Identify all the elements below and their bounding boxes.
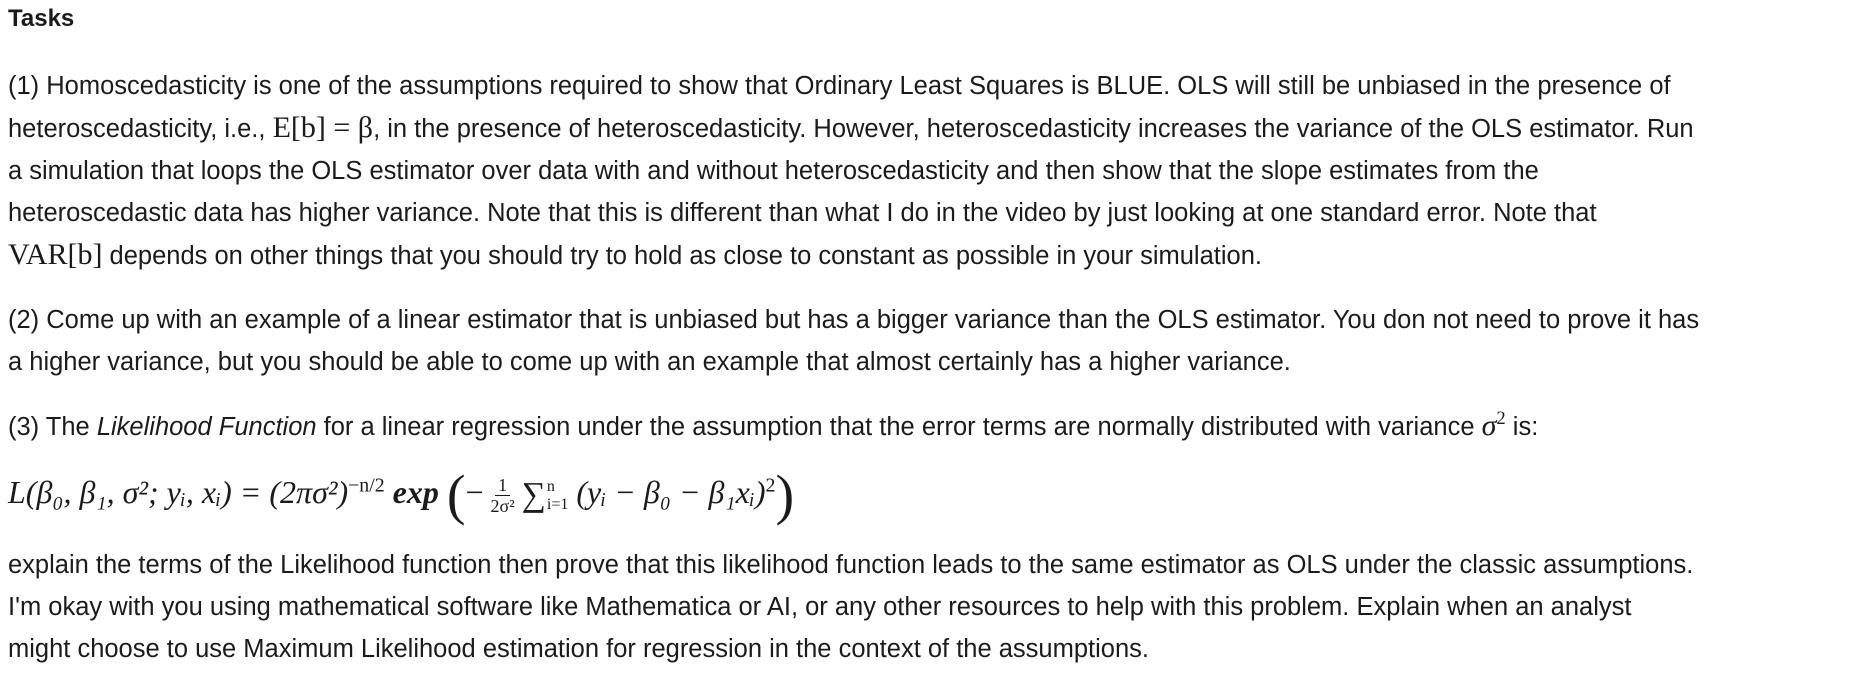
fraction-numerator: 1 xyxy=(495,475,511,497)
task-2-line-1: (2) Come up with an example of a linear … xyxy=(8,306,1700,334)
task-1-line-4: heteroscedastic data has higher variance… xyxy=(8,199,1597,227)
task-3-pre: (3) The xyxy=(8,413,97,441)
left-paren-icon: ( xyxy=(446,464,466,527)
task-3-emphasis: Likelihood Function xyxy=(96,413,317,441)
summation-lower: i=1 xyxy=(546,495,569,513)
likelihood-formula: L(β₀, β₁, σ²; yᵢ, xᵢ) = (2πσ²)−n/2 exp (… xyxy=(8,464,795,527)
variance-symbol: σ2 xyxy=(1482,409,1506,442)
variance-formula: VAR[b] xyxy=(8,238,103,271)
summation-upper: n xyxy=(546,477,555,495)
task-3: (3) The Likelihood Function for a linear… xyxy=(8,405,1850,448)
summation-limits: n i=1 xyxy=(547,478,568,514)
likelihood-equation: L(β₀, β₁, σ²; yᵢ, xᵢ) = (2πσ²)−n/2 exp (… xyxy=(8,460,1850,530)
summand-exponent: 2 xyxy=(765,474,776,497)
task-3-post: for a linear regression under the assump… xyxy=(316,413,1482,441)
task-1-line-5-post: depends on other things that you should … xyxy=(102,242,1262,270)
task-1-line-3: a simulation that loops the OLS estimato… xyxy=(8,157,1539,185)
expectation-formula: E[b] = β xyxy=(272,111,374,144)
exp-function: exp xyxy=(392,473,439,510)
task-1: (1) Homoscedasticity is one of the assum… xyxy=(8,65,1850,277)
sigma-symbol: σ xyxy=(1481,409,1497,442)
fraction-denominator: 2σ² xyxy=(490,496,515,517)
task-3-end: is: xyxy=(1505,413,1539,441)
task-1-line-1: (1) Homoscedasticity is one of the assum… xyxy=(8,72,1671,100)
task-2: (2) Come up with an example of a linear … xyxy=(8,299,1850,383)
sigma-exponent: 2 xyxy=(1496,408,1506,429)
likelihood-exponent: −n/2 xyxy=(348,474,385,497)
task-1-line-2-pre: heteroscedasticity, i.e., xyxy=(8,115,273,143)
task-3-followup: explain the terms of the Likelihood func… xyxy=(8,544,1850,670)
right-paren-icon: ) xyxy=(775,464,795,527)
fraction: 1 2σ² xyxy=(488,475,518,516)
followup-line-3: might choose to use Maximum Likelihood e… xyxy=(8,635,1149,663)
likelihood-lhs: L(β₀, β₁, σ²; yᵢ, xᵢ) = (2πσ²) xyxy=(8,473,349,510)
followup-line-2: I'm okay with you using mathematical sof… xyxy=(8,593,1632,621)
task-2-line-2: a higher variance, but you should be abl… xyxy=(8,348,1291,376)
task-1-line-2-post: , in the presence of heteroscedasticity.… xyxy=(373,115,1694,143)
summand: (yᵢ − β₀ − β₁xᵢ) xyxy=(576,473,766,510)
task-1-line-2: heteroscedasticity, i.e., E[b] = β, in t… xyxy=(8,107,1850,150)
followup-line-1: explain the terms of the Likelihood func… xyxy=(8,551,1694,579)
summation-icon: ∑ xyxy=(521,476,546,514)
page-heading: Tasks xyxy=(8,5,75,32)
task-1-line-5: VAR[b] depends on other things that you … xyxy=(8,234,1850,277)
